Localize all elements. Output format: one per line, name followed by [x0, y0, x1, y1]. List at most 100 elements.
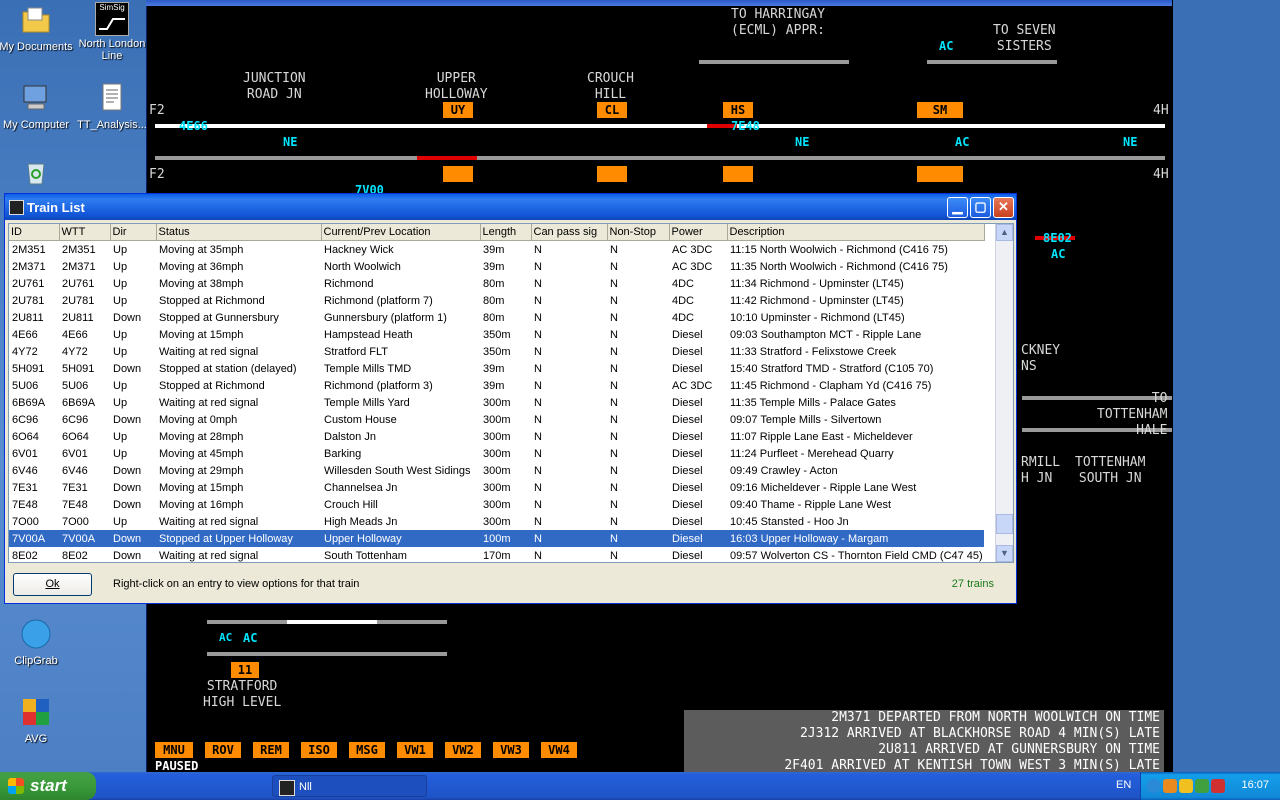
- table-cell: N: [534, 260, 542, 273]
- menu-button-vw1[interactable]: VW1: [397, 742, 433, 758]
- table-row[interactable]: 8E02 8E02 Down Waiting at red signal South T…: [9, 547, 984, 562]
- system-tray: 16:07: [1140, 772, 1280, 800]
- table-cell: 7E48: [12, 498, 38, 511]
- table-cell: N: [610, 498, 618, 511]
- menu-button-rem[interactable]: REM: [253, 742, 289, 758]
- table-cell: 300m: [483, 515, 511, 528]
- table-row[interactable]: 2M351 2M351 Up Moving at 35mph Hackney Wick 3…: [9, 241, 984, 259]
- security-icon[interactable]: [1211, 779, 1225, 793]
- network-icon[interactable]: [1163, 779, 1177, 793]
- table-cell: 11:33 Stratford - Felixstowe Creek: [730, 345, 897, 358]
- table-cell: 2U811: [12, 311, 44, 324]
- menu-button-vw3[interactable]: VW3: [493, 742, 529, 758]
- table-cell: 4DC: [672, 294, 695, 307]
- minimize-button[interactable]: ▁: [947, 197, 968, 218]
- platform-cl-down[interactable]: [597, 166, 627, 182]
- safely-remove-icon[interactable]: [1195, 779, 1209, 793]
- track-occupied-7v00: [417, 156, 477, 160]
- language-indicator[interactable]: EN: [1116, 779, 1131, 791]
- table-row[interactable]: 6B69A 6B69A Up Waiting at red signal Temple …: [9, 394, 984, 411]
- desktop-icon-avg[interactable]: AVG: [0, 696, 108, 745]
- table-row[interactable]: 2U781 2U781 Up Stopped at Richmond Richmond …: [9, 292, 984, 309]
- berth-4e66[interactable]: 4E66: [179, 119, 208, 133]
- desktop-icon-recycle-bin[interactable]: [0, 156, 108, 193]
- table-row[interactable]: 5U06 5U06 Up Stopped at Richmond Richmond (p…: [9, 377, 984, 394]
- menu-button-rov[interactable]: ROV: [205, 742, 241, 758]
- start-button[interactable]: start: [0, 772, 96, 800]
- berth-ac: AC: [219, 631, 233, 644]
- ok-button[interactable]: Ok: [13, 573, 92, 596]
- platform-uy-down[interactable]: [443, 166, 473, 182]
- table-row[interactable]: 7V00A 7V00A Down Stopped at Upper Holloway U…: [9, 530, 984, 547]
- table-cell: Moving at 0mph: [159, 413, 238, 426]
- table-row[interactable]: 4Y72 4Y72 Up Waiting at red signal Stratford…: [9, 343, 984, 360]
- table-cell: N: [534, 294, 542, 307]
- table-cell: 2M351: [62, 243, 96, 256]
- label-crouch-hill: CROUCH HILL: [587, 71, 634, 102]
- vertical-scrollbar[interactable]: ▲ ▼: [995, 224, 1013, 562]
- scroll-thumb[interactable]: [996, 514, 1013, 534]
- recycle-bin-icon: [27, 163, 45, 185]
- table-row[interactable]: 7O00 7O00 Up Waiting at red signal High Mead…: [9, 513, 984, 530]
- scroll-up-button[interactable]: ▲: [996, 224, 1013, 241]
- table-cell: N: [610, 396, 618, 409]
- column-header[interactable]: WTT: [59, 224, 111, 241]
- platform-cl[interactable]: CL: [597, 102, 627, 118]
- menu-button-vw4[interactable]: VW4: [541, 742, 577, 758]
- table-row[interactable]: 2U811 2U811 Down Stopped at Gunnersbury Gunn…: [9, 309, 984, 326]
- track-stratford-lower: [207, 652, 447, 656]
- platform-11[interactable]: 11: [231, 662, 259, 678]
- table-row[interactable]: 4E66 4E66 Up Moving at 15mph Hampstead Heath…: [9, 326, 984, 343]
- column-header[interactable]: Description: [727, 224, 985, 241]
- menu-button-iso[interactable]: ISO: [301, 742, 337, 758]
- dialog-titlebar[interactable]: Train List ▁ ▢ ✕: [5, 194, 1016, 220]
- table-cell: Stopped at Richmond: [159, 294, 265, 307]
- maximize-button[interactable]: ▢: [970, 197, 991, 218]
- table-row[interactable]: 5H091 5H091 Down Stopped at station (delaye…: [9, 360, 984, 377]
- column-header[interactable]: Dir: [110, 224, 157, 241]
- table-cell: Richmond (platform 3): [324, 379, 433, 392]
- table-cell: N: [610, 362, 618, 375]
- column-header[interactable]: Non-Stop: [607, 224, 670, 241]
- column-header[interactable]: Can pass sig: [531, 224, 608, 241]
- platform-sm-down[interactable]: [917, 166, 963, 182]
- platform-hs[interactable]: HS: [723, 102, 753, 118]
- platform-uy[interactable]: UY: [443, 102, 473, 118]
- column-header[interactable]: Status: [156, 224, 322, 241]
- table-row[interactable]: 6C96 6C96 Down Moving at 0mph Custom House 30…: [9, 411, 984, 428]
- dialog-title: Train List: [27, 200, 85, 215]
- sim-window-titlebar[interactable]: [146, 0, 1172, 6]
- berth-8e02[interactable]: 8E02: [1043, 231, 1072, 245]
- table-cell: 4DC: [672, 311, 695, 324]
- table-row[interactable]: 6V01 6V01 Up Moving at 45mph Barking 300m N N Di…: [9, 445, 984, 462]
- chevron-left-icon[interactable]: [1147, 779, 1161, 793]
- table-cell: 300m: [483, 464, 511, 477]
- train-list[interactable]: ID WTT Dir Status Current/Prev Location Lengt…: [8, 223, 1014, 563]
- scroll-down-button[interactable]: ▼: [996, 545, 1013, 562]
- column-header[interactable]: Current/Prev Location: [321, 224, 481, 241]
- message-line: 2F401 ARRIVED AT KENTISH TOWN WEST 3 MIN…: [784, 758, 1160, 772]
- menu-button-msg[interactable]: MSG: [349, 742, 385, 758]
- table-cell: 300m: [483, 498, 511, 511]
- taskbar-item-nll[interactable]: Nll: [272, 775, 427, 797]
- close-button[interactable]: ✕: [993, 197, 1014, 218]
- column-header[interactable]: Length: [480, 224, 532, 241]
- volume-icon[interactable]: [1179, 779, 1193, 793]
- table-row[interactable]: 2M371 2M371 Up Moving at 36mph North Woolwic…: [9, 258, 984, 275]
- table-row[interactable]: 6V46 6V46 Down Moving at 29mph Willesden Sou…: [9, 462, 984, 479]
- menu-button-vw2[interactable]: VW2: [445, 742, 481, 758]
- ok-label: Ok: [45, 578, 60, 590]
- table-row[interactable]: 7E31 7E31 Down Moving at 15mph Channelsea Jn…: [9, 479, 984, 496]
- column-header[interactable]: ID: [9, 224, 60, 241]
- platform-sm[interactable]: SM: [917, 102, 963, 118]
- menu-button-mnu[interactable]: MNU: [155, 742, 193, 758]
- clock[interactable]: 16:07: [1241, 779, 1269, 791]
- table-cell: 4E66: [12, 328, 38, 341]
- desktop-icon-clipgrab[interactable]: ClipGrab: [0, 618, 108, 667]
- table-row[interactable]: 6O64 6O64 Up Moving at 28mph Dalston Jn 300m N…: [9, 428, 984, 445]
- column-header[interactable]: Power: [669, 224, 728, 241]
- berth-7e48[interactable]: 7E48: [731, 119, 760, 133]
- platform-hs-down[interactable]: [723, 166, 753, 182]
- table-row[interactable]: 7E48 7E48 Down Moving at 16mph Crouch Hill 30…: [9, 496, 984, 513]
- table-row[interactable]: 2U761 2U761 Up Moving at 38mph Richmond 80m N N…: [9, 275, 984, 292]
